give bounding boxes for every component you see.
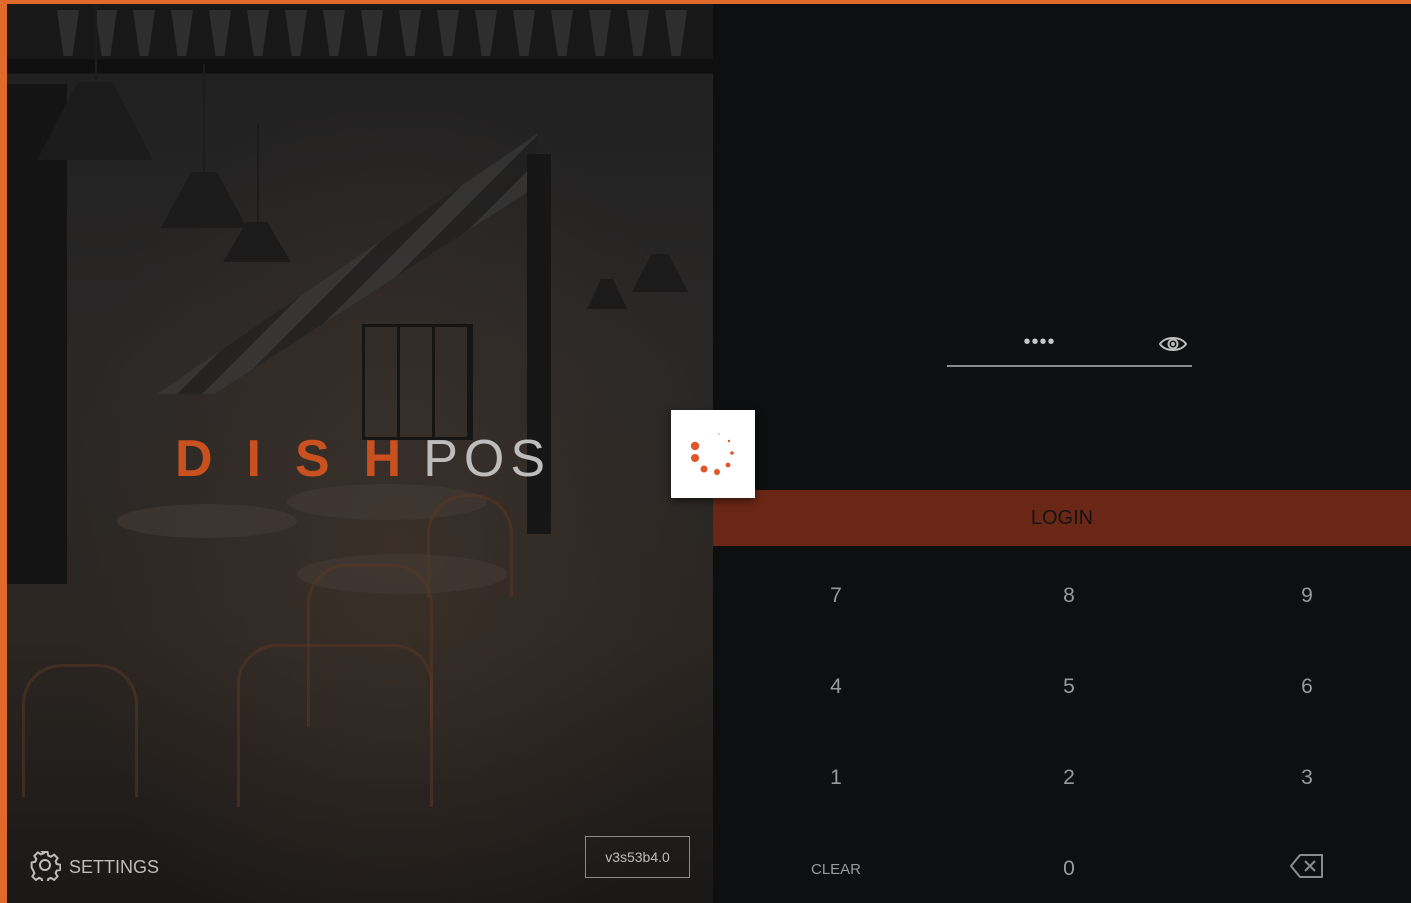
- key-1[interactable]: 1: [720, 733, 952, 823]
- login-button[interactable]: LOGIN: [713, 490, 1411, 546]
- backspace-button[interactable]: [1191, 824, 1411, 903]
- loading-dialog: [671, 410, 755, 498]
- logo-dish-text: DISH: [175, 430, 436, 488]
- gear-icon: [29, 849, 62, 886]
- version-badge: v3s53b4.0: [585, 836, 690, 878]
- key-2[interactable]: 2: [953, 733, 1185, 823]
- dish-pos-logo: DISHPOS: [175, 429, 551, 489]
- logo-pos-text: POS: [423, 430, 552, 488]
- pin-field[interactable]: ••••: [947, 327, 1192, 367]
- pin-value: ••••: [1023, 331, 1056, 353]
- backspace-icon: [1289, 853, 1325, 885]
- key-7[interactable]: 7: [720, 551, 952, 641]
- key-0[interactable]: 0: [953, 824, 1185, 903]
- key-4[interactable]: 4: [720, 642, 952, 732]
- key-3[interactable]: 3: [1191, 733, 1411, 823]
- key-9[interactable]: 9: [1191, 551, 1411, 641]
- key-5[interactable]: 5: [953, 642, 1185, 732]
- settings-label: SETTINGS: [69, 856, 160, 877]
- key-6[interactable]: 6: [1191, 642, 1411, 732]
- keypad: 7 8 9 4 5 6 1 2 3 CLEAR 0: [713, 546, 1411, 903]
- login-panel: •••• LOGIN 7 8 9 4 5 6 1 2 3 CLEAR 0: [713, 4, 1411, 903]
- eye-icon[interactable]: [1158, 333, 1188, 355]
- app-frame: DISHPOS SETTINGS v3s53b4.0 •••• LOGIN 7 …: [7, 4, 1411, 903]
- background-panel: DISHPOS SETTINGS v3s53b4.0: [7, 4, 713, 903]
- clear-button[interactable]: CLEAR: [720, 824, 952, 903]
- key-8[interactable]: 8: [953, 551, 1185, 641]
- settings-button[interactable]: SETTINGS: [29, 850, 159, 884]
